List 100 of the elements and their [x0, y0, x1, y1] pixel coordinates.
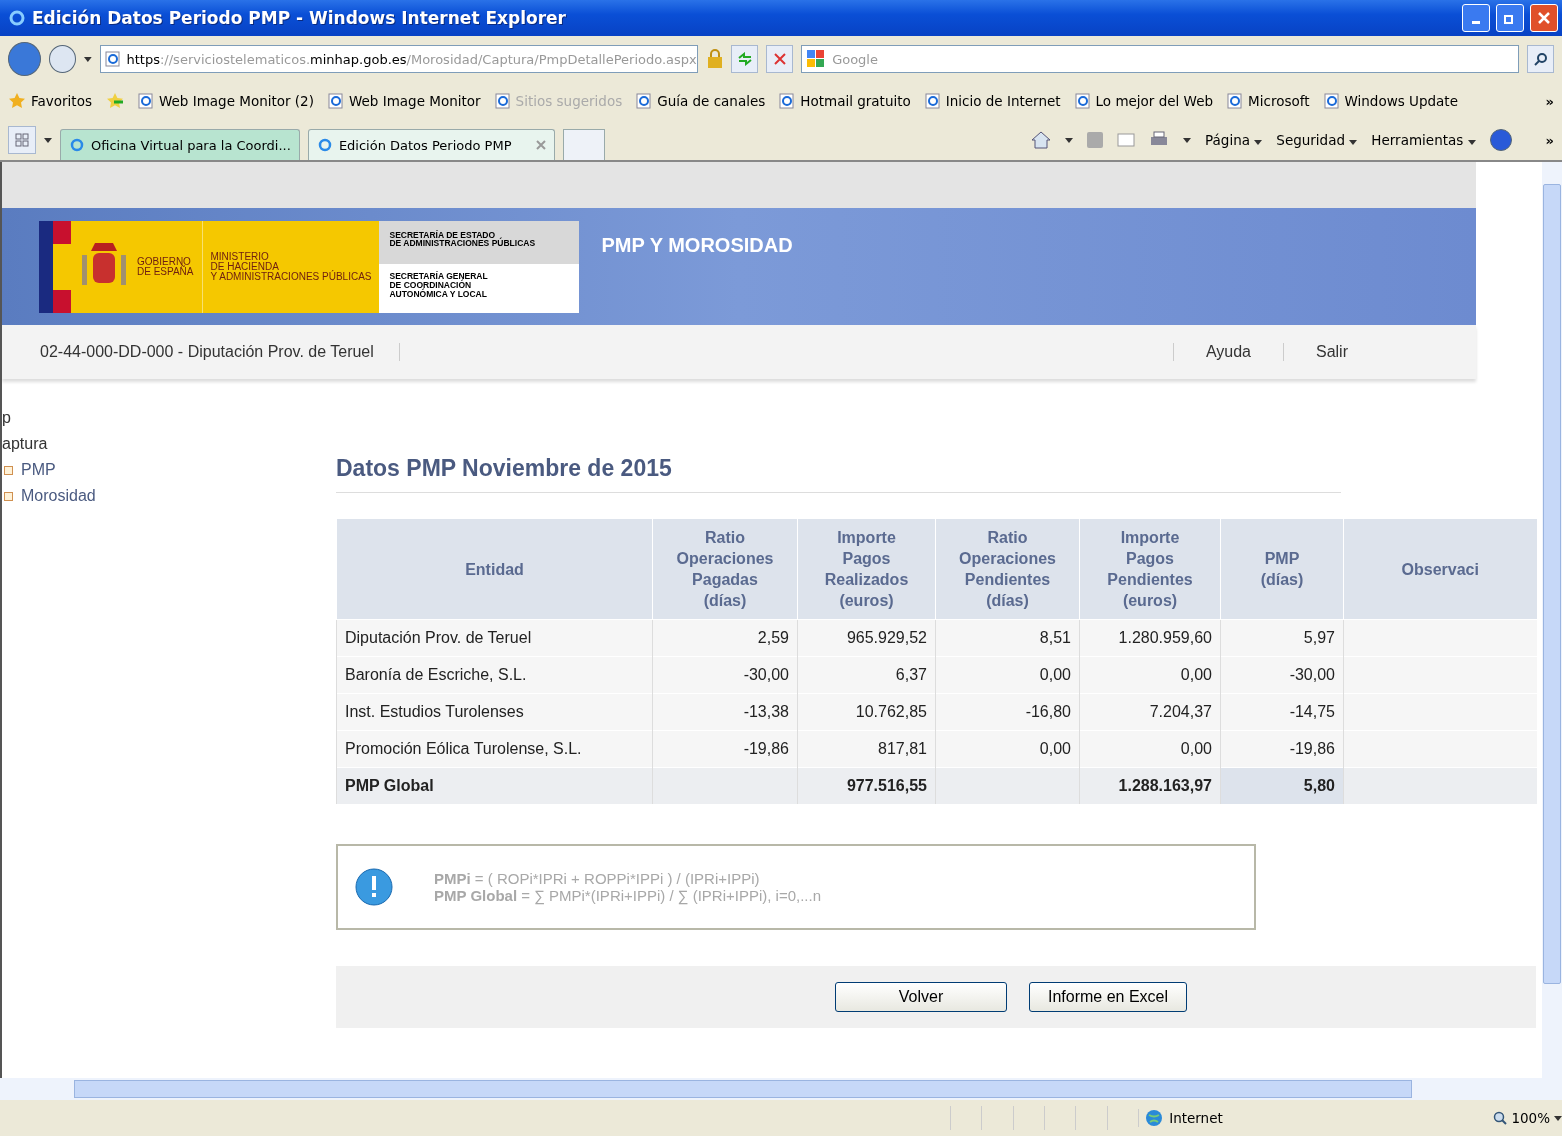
table-cell: -30,00 — [1220, 656, 1344, 694]
action-button[interactable]: Informe en Excel — [1029, 982, 1187, 1012]
browser-icon — [69, 137, 85, 153]
grid-icon — [15, 133, 29, 147]
sidebar-item[interactable]: aptura — [2, 435, 48, 452]
favorites-button[interactable]: Favoritos — [8, 92, 92, 110]
sidebar-link[interactable]: PMP — [21, 457, 56, 483]
new-tab-button[interactable] — [562, 129, 605, 160]
header-link[interactable]: Salir — [1283, 343, 1380, 361]
column-header: PMP (días) — [1220, 519, 1344, 620]
table-cell: 817,81 — [797, 730, 936, 768]
security-zone: Internet — [1138, 1109, 1364, 1127]
caret-icon — [1065, 137, 1074, 143]
sidebar-item[interactable]: p — [2, 409, 11, 426]
favorite-link[interactable]: Inicio de Internet — [924, 93, 1061, 109]
more-chevron[interactable]: » — [1545, 132, 1554, 148]
favorite-link[interactable]: Web Image Monitor (2) — [137, 93, 314, 109]
favorite-link[interactable]: Guía de canales — [636, 93, 766, 109]
browser-tab[interactable]: Edición Datos Periodo PMP — [307, 129, 555, 160]
entity-name: 02-44-000-DD-000 - Diputación Prov. de Teruel — [2, 343, 400, 361]
vertical-scrollbar[interactable] — [1542, 162, 1562, 1078]
browser-icon — [316, 137, 333, 153]
forward-button[interactable] — [48, 45, 76, 73]
table-cell: 0,00 — [1079, 656, 1221, 694]
page-icon — [104, 51, 121, 67]
page-icon — [1074, 93, 1091, 109]
table-cell: Promoción Eólica Turolense, S.L. — [336, 730, 653, 768]
favorite-link[interactable]: Microsoft — [1227, 93, 1310, 109]
bullet-icon — [4, 491, 13, 501]
address-field[interactable]: https://serviciostelematicos.minhap.gob.es/Morosidad/Captura/PmpDetallePeriodo.aspx — [99, 45, 698, 73]
page-icon — [494, 93, 511, 109]
site-title: PMP Y MOROSIDAD — [601, 234, 793, 257]
column-header: Importe Pagos Pendientes (euros) — [1079, 519, 1221, 620]
column-header: Importe Pagos Realizados (euros) — [797, 519, 936, 620]
refresh-button[interactable] — [731, 45, 759, 73]
table-cell: Diputación Prov. de Teruel — [336, 619, 653, 657]
minimize-icon — [1472, 20, 1480, 24]
help-icon[interactable] — [1489, 129, 1512, 151]
magnifier-icon — [1493, 1111, 1508, 1125]
favorite-link[interactable]: Lo mejor del Web — [1074, 93, 1214, 109]
action-button[interactable]: Volver — [835, 982, 1007, 1012]
command-menu[interactable]: Página — [1205, 132, 1263, 148]
search-provider-icon — [806, 49, 827, 69]
flag-icon — [39, 220, 71, 313]
stop-button[interactable] — [766, 45, 794, 73]
back-button[interactable] — [8, 42, 41, 76]
caret-icon — [1467, 140, 1476, 145]
page-icon — [779, 93, 796, 109]
table-cell: -19,86 — [652, 730, 798, 768]
close-button[interactable] — [1530, 4, 1558, 32]
caret-icon — [1183, 137, 1192, 143]
page-icon — [1227, 93, 1244, 109]
table-cell: -19,86 — [1220, 730, 1344, 768]
browser-tab[interactable]: Oficina Virtual para la Coordi... — [60, 129, 300, 160]
table-cell: -30,00 — [652, 656, 798, 694]
table-cell: PMP Global — [336, 767, 653, 804]
formula-text: PMPi = ( ROPi*IPRi + ROPPi*IPPi ) / (IPRi+IPPi) — [434, 870, 761, 887]
info-icon — [354, 867, 394, 907]
favorite-link[interactable]: Windows Update — [1323, 93, 1458, 109]
page-heading: Datos PMP Noviembre de 2015 — [336, 455, 1341, 493]
search-icon — [1533, 52, 1548, 66]
quick-tabs-button[interactable] — [8, 126, 36, 154]
table-cell: -16,80 — [935, 693, 1080, 731]
command-menu[interactable]: Herramientas — [1371, 132, 1476, 148]
zoom-level[interactable]: 100% — [1493, 1110, 1562, 1126]
search-button[interactable] — [1527, 45, 1554, 73]
table-cell: 5,97 — [1220, 619, 1344, 657]
table-cell: 0,00 — [1079, 730, 1221, 768]
restore-icon — [1504, 12, 1516, 24]
browser-icon — [8, 9, 26, 27]
favorite-link[interactable]: Hotmail gratuito — [779, 93, 911, 109]
minimize-button[interactable] — [1462, 4, 1490, 32]
table-cell: 0,00 — [935, 656, 1080, 694]
column-header: Entidad — [336, 519, 653, 620]
column-header: Ratio Operaciones Pendientes (días) — [935, 519, 1080, 620]
globe-icon — [1145, 1109, 1164, 1127]
home-icon[interactable] — [1031, 131, 1052, 149]
header-link[interactable]: Ayuda — [1172, 343, 1283, 361]
table-cell: 8,51 — [935, 619, 1080, 657]
table-cell: 10.762,85 — [797, 693, 936, 731]
formula-text: PMP Global = ∑ PMPi*(IPRi+IPPi) / ∑ (IPRi+IPPi), i=0,...n — [434, 887, 822, 904]
horizontal-scrollbar[interactable] — [0, 1078, 1562, 1100]
close-tab-icon[interactable] — [535, 140, 546, 150]
refresh-icon — [736, 52, 753, 66]
favorite-link[interactable]: Web Image Monitor — [327, 93, 481, 109]
caret-icon — [1554, 1115, 1562, 1121]
table-cell: 7.204,37 — [1079, 693, 1221, 731]
caret-icon — [83, 56, 92, 62]
close-icon — [1538, 12, 1550, 24]
bullet-icon — [4, 465, 13, 475]
caret-icon — [1349, 140, 1358, 145]
sidebar-link[interactable]: Morosidad — [21, 483, 96, 509]
more-chevron[interactable]: » — [1545, 93, 1554, 109]
table-cell: 5,80 — [1220, 767, 1344, 804]
table-cell: Inst. Estudios Turolenses — [336, 693, 653, 731]
column-header: Ratio Operaciones Pagadas (días) — [652, 519, 798, 620]
add-favorite-icon[interactable] — [105, 92, 124, 110]
lock-icon — [705, 49, 724, 69]
restore-button[interactable] — [1496, 4, 1524, 32]
command-menu[interactable]: Seguridad — [1276, 132, 1358, 148]
